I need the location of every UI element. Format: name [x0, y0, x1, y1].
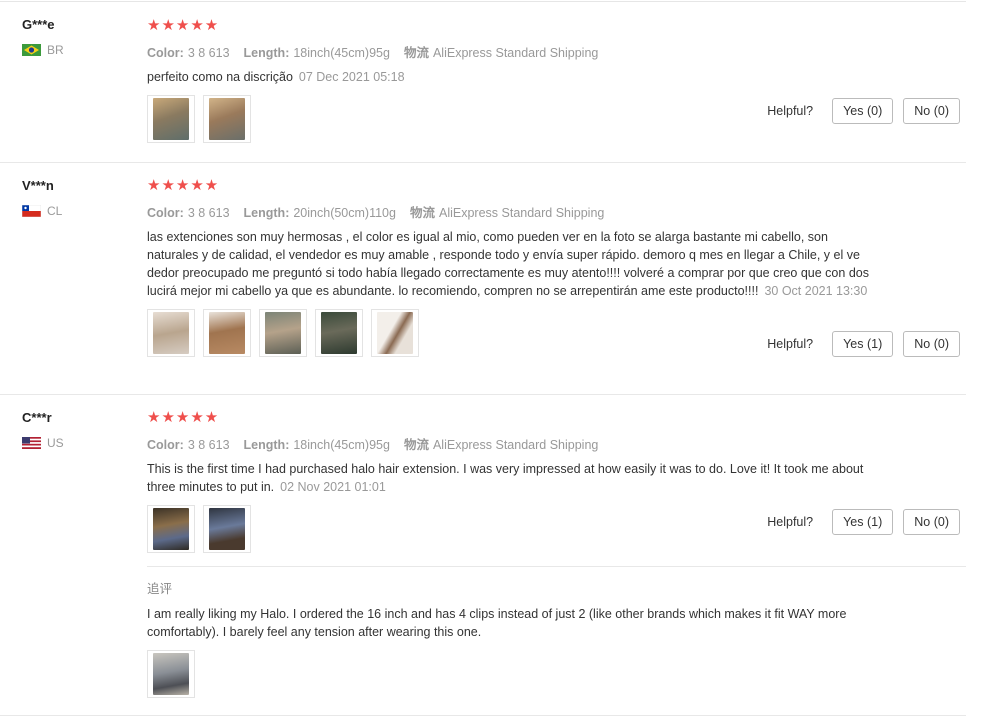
review-item: G***e BR ★★★★★ Color: 3 8 613 Length: 18inc… — [0, 0, 966, 163]
helpful-yes-button[interactable]: Yes (1) — [832, 509, 894, 535]
helpful-yes-button[interactable]: Yes (1) — [832, 331, 894, 357]
sku-info: Color: 3 8 613 Length: 18inch(45cm)95g 物流 Ali… — [147, 42, 877, 61]
helpful-label: Helpful? — [767, 104, 814, 118]
color-value: 3 8 613 — [187, 438, 230, 452]
reviewer-country: US — [22, 436, 64, 450]
color-value: 3 8 613 — [187, 46, 230, 60]
review-photo-thumbnail[interactable] — [147, 95, 195, 143]
shipping-value: AliExpress Standard Shipping — [432, 46, 599, 60]
color-label: Color: — [147, 206, 184, 220]
sku-info: Color: 3 8 613 Length: 18inch(45cm)95g 物流 Ali… — [147, 434, 872, 453]
followup-divider — [147, 566, 966, 567]
reviewer-name: C***r — [22, 410, 52, 425]
review-photo-thumbnail[interactable] — [147, 505, 195, 553]
reviewer-country: CL — [22, 204, 62, 218]
length-label: Length: — [243, 206, 290, 220]
star-rating: ★★★★★ — [147, 409, 220, 426]
length-value: 20inch(50cm)110g — [293, 206, 396, 220]
review-divider — [0, 715, 966, 716]
country-code: US — [47, 436, 64, 450]
followup-photos — [147, 650, 195, 698]
followup-title: 追评 — [147, 582, 173, 596]
review-photo-thumbnail[interactable] — [371, 309, 419, 357]
color-label: Color: — [147, 46, 184, 60]
helpful-label: Helpful? — [767, 515, 814, 529]
review-body: This is the first time I had purchased h… — [147, 462, 864, 494]
reviewer-name: G***e — [22, 17, 55, 32]
review-item: C***r US ★★★★★ Color: 3 8 613 Length: 18inc… — [0, 395, 966, 718]
length-value: 18inch(45cm)95g — [293, 46, 390, 60]
star-rating: ★★★★★ — [147, 177, 220, 194]
review-photo-thumbnail[interactable] — [315, 309, 363, 357]
sku-info: Color: 3 8 613 Length: 20inch(50cm)110g 物流 Al… — [147, 202, 872, 221]
review-photo-thumbnail[interactable] — [203, 309, 251, 357]
review-photo-thumbnail[interactable] — [147, 650, 195, 698]
length-value: 18inch(45cm)95g — [293, 438, 390, 452]
review-photos — [147, 309, 872, 357]
review-body: perfeito como na discrição — [147, 70, 293, 84]
reviewer-country: BR — [22, 43, 64, 57]
shipping-label: 物流 — [403, 438, 429, 452]
review-date: 07 Dec 2021 05:18 — [298, 70, 405, 84]
review-text: This is the first time I had purchased h… — [147, 460, 872, 496]
review-text: las extenciones son muy hermosas , el co… — [147, 228, 872, 300]
helpful-vote: Helpful? Yes (0) No (0) — [767, 98, 960, 124]
chile-flag-icon — [22, 205, 41, 217]
review-text: perfeito como na discrição 07 Dec 2021 05… — [147, 68, 877, 86]
review-photos — [147, 505, 872, 553]
color-value: 3 8 613 — [187, 206, 230, 220]
length-label: Length: — [243, 438, 290, 452]
helpful-yes-button[interactable]: Yes (0) — [832, 98, 894, 124]
country-code: BR — [47, 43, 64, 57]
reviewer-name: V***n — [22, 178, 54, 193]
review-photo-thumbnail[interactable] — [203, 95, 251, 143]
helpful-vote: Helpful? Yes (1) No (0) — [767, 331, 960, 357]
helpful-no-button[interactable]: No (0) — [903, 98, 960, 124]
helpful-no-button[interactable]: No (0) — [903, 331, 960, 357]
shipping-value: AliExpress Standard Shipping — [432, 438, 599, 452]
helpful-vote: Helpful? Yes (1) No (0) — [767, 509, 960, 535]
followup-review: 追评 I am really liking my Halo. I ordered… — [147, 566, 966, 716]
review-photo-thumbnail[interactable] — [259, 309, 307, 357]
review-date: 02 Nov 2021 01:01 — [280, 480, 386, 494]
country-code: CL — [47, 204, 63, 218]
usa-flag-icon — [22, 437, 41, 449]
shipping-label: 物流 — [403, 46, 429, 60]
helpful-no-button[interactable]: No (0) — [903, 509, 960, 535]
followup-text: I am really liking my Halo. I ordered th… — [147, 607, 847, 639]
color-label: Color: — [147, 438, 184, 452]
review-photo-thumbnail[interactable] — [147, 309, 195, 357]
shipping-value: AliExpress Standard Shipping — [438, 206, 605, 220]
review-photo-thumbnail[interactable] — [203, 505, 251, 553]
brazil-flag-icon — [22, 44, 41, 56]
star-rating: ★★★★★ — [147, 17, 220, 34]
review-body: las extenciones son muy hermosas , el co… — [147, 230, 869, 298]
review-date: 30 Oct 2021 13:30 — [764, 284, 868, 298]
review-item: V***n CL ★★★★★ Color: 3 8 613 Length: 20inc… — [0, 163, 966, 395]
length-label: Length: — [243, 46, 290, 60]
helpful-label: Helpful? — [767, 337, 814, 351]
shipping-label: 物流 — [409, 206, 435, 220]
